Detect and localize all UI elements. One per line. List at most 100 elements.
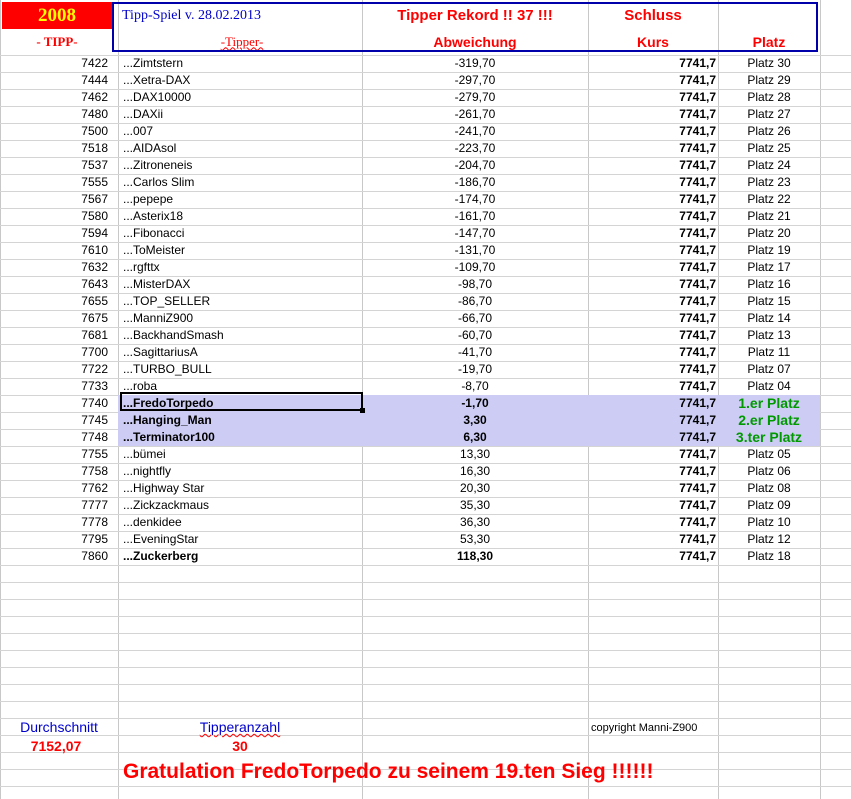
tipper-name-cell[interactable]: ...bümei (123, 446, 361, 463)
tipp-cell[interactable]: 7632 (0, 259, 108, 276)
platz-cell[interactable]: Platz 20 (718, 225, 820, 242)
kurs-cell[interactable]: 7741,7 (588, 106, 716, 123)
tipper-name-cell[interactable]: ...Zimtstern (123, 55, 361, 72)
tipper-name-cell[interactable]: ...Carlos Slim (123, 174, 361, 191)
kurs-cell[interactable]: 7741,7 (588, 208, 716, 225)
abweichung-cell[interactable]: -60,70 (362, 327, 588, 344)
tipper-name-cell[interactable]: ...SagittariusA (123, 344, 361, 361)
tipp-cell[interactable]: 7462 (0, 89, 108, 106)
tipper-name-cell[interactable]: ...EveningStar (123, 531, 361, 548)
tipper-name-cell[interactable]: ...Zitroneneis (123, 157, 361, 174)
kurs-cell[interactable]: 7741,7 (588, 293, 716, 310)
platz-cell[interactable]: Platz 29 (718, 72, 820, 89)
kurs-cell[interactable]: 7741,7 (588, 72, 716, 89)
platz-cell[interactable]: Platz 18 (718, 548, 820, 565)
kurs-cell[interactable]: 7741,7 (588, 429, 716, 446)
kurs-cell[interactable]: 7741,7 (588, 531, 716, 548)
platz-cell[interactable]: Platz 08 (718, 480, 820, 497)
kurs-cell[interactable]: 7741,7 (588, 395, 716, 412)
tipp-cell[interactable]: 7537 (0, 157, 108, 174)
abweichung-cell[interactable]: -161,70 (362, 208, 588, 225)
tipp-cell[interactable]: 7444 (0, 72, 108, 89)
abweichung-cell[interactable]: -319,70 (362, 55, 588, 72)
abweichung-cell[interactable]: -66,70 (362, 310, 588, 327)
tipp-cell[interactable]: 7777 (0, 497, 108, 514)
abweichung-cell[interactable]: -1,70 (362, 395, 588, 412)
tipp-cell[interactable]: 7422 (0, 55, 108, 72)
kurs-cell[interactable]: 7741,7 (588, 361, 716, 378)
kurs-cell[interactable]: 7741,7 (588, 259, 716, 276)
tipp-cell[interactable]: 7758 (0, 463, 108, 480)
platz-cell[interactable]: Platz 15 (718, 293, 820, 310)
platz-cell[interactable]: Platz 16 (718, 276, 820, 293)
kurs-cell[interactable]: 7741,7 (588, 310, 716, 327)
tipp-cell[interactable]: 7860 (0, 548, 108, 565)
tipp-cell[interactable]: 7755 (0, 446, 108, 463)
abweichung-cell[interactable]: -241,70 (362, 123, 588, 140)
tipper-count-value[interactable]: 30 (150, 738, 330, 754)
kurs-cell[interactable]: 7741,7 (588, 242, 716, 259)
tipp-cell[interactable]: 7722 (0, 361, 108, 378)
tipper-name-cell[interactable]: ...DAXii (123, 106, 361, 123)
abweichung-cell[interactable]: 35,30 (362, 497, 588, 514)
abweichung-cell[interactable]: 53,30 (362, 531, 588, 548)
tipper-name-cell[interactable]: ...Highway Star (123, 480, 361, 497)
platz-cell[interactable]: 3.ter Platz (718, 429, 820, 446)
kurs-cell[interactable]: 7741,7 (588, 514, 716, 531)
tipper-name-cell[interactable]: ...ToMeister (123, 242, 361, 259)
tipper-name-cell[interactable]: ...AIDAsol (123, 140, 361, 157)
kurs-cell[interactable]: 7741,7 (588, 123, 716, 140)
tipp-cell[interactable]: 7762 (0, 480, 108, 497)
tipper-name-cell[interactable]: ...pepepe (123, 191, 361, 208)
platz-cell[interactable]: Platz 17 (718, 259, 820, 276)
tipper-name-cell[interactable]: ...Fibonacci (123, 225, 361, 242)
kurs-cell[interactable]: 7741,7 (588, 446, 716, 463)
kurs-cell[interactable]: 7741,7 (588, 191, 716, 208)
kurs-cell[interactable]: 7741,7 (588, 157, 716, 174)
platz-cell[interactable]: Platz 25 (718, 140, 820, 157)
tipp-cell[interactable]: 7500 (0, 123, 108, 140)
tipper-name-cell[interactable]: ...rgfttx (123, 259, 361, 276)
tipper-name-cell[interactable]: ...Hanging_Man (123, 412, 361, 429)
kurs-cell[interactable]: 7741,7 (588, 463, 716, 480)
platz-cell[interactable]: Platz 09 (718, 497, 820, 514)
abweichung-cell[interactable]: -279,70 (362, 89, 588, 106)
average-value[interactable]: 7152,07 (4, 738, 108, 754)
platz-cell[interactable]: Platz 24 (718, 157, 820, 174)
platz-cell[interactable]: Platz 06 (718, 463, 820, 480)
tipp-cell[interactable]: 7643 (0, 276, 108, 293)
tipper-count-label[interactable]: Tipperanzahl (150, 719, 330, 735)
tipp-cell[interactable]: 7740 (0, 395, 108, 412)
kurs-cell[interactable]: 7741,7 (588, 140, 716, 157)
abweichung-cell[interactable]: -261,70 (362, 106, 588, 123)
abweichung-cell[interactable]: 6,30 (362, 429, 588, 446)
platz-cell[interactable]: Platz 04 (718, 378, 820, 395)
tipp-cell[interactable]: 7745 (0, 412, 108, 429)
tipper-name-cell[interactable]: ...DAX10000 (123, 89, 361, 106)
abweichung-cell[interactable]: 36,30 (362, 514, 588, 531)
tipp-cell[interactable]: 7681 (0, 327, 108, 344)
platz-cell[interactable]: Platz 19 (718, 242, 820, 259)
tipper-name-cell[interactable]: ...denkidee (123, 514, 361, 531)
kurs-cell[interactable]: 7741,7 (588, 89, 716, 106)
abweichung-cell[interactable]: -109,70 (362, 259, 588, 276)
year-cell[interactable]: 2008 (2, 2, 112, 29)
tipper-name-cell[interactable]: ...Zickzackmaus (123, 497, 361, 514)
abweichung-cell[interactable]: 118,30 (362, 548, 588, 565)
abweichung-cell[interactable]: 20,30 (362, 480, 588, 497)
tipper-name-cell[interactable]: ...MisterDAX (123, 276, 361, 293)
congratulations-banner[interactable]: Gratulation FredoTorpedo zu seinem 19.te… (123, 760, 653, 784)
tipper-name-cell[interactable]: ...TURBO_BULL (123, 361, 361, 378)
abweichung-cell[interactable]: 13,30 (362, 446, 588, 463)
platz-cell[interactable]: Platz 27 (718, 106, 820, 123)
abweichung-cell[interactable]: -174,70 (362, 191, 588, 208)
abweichung-cell[interactable]: -131,70 (362, 242, 588, 259)
kurs-cell[interactable]: 7741,7 (588, 412, 716, 429)
tipper-name-cell[interactable]: ...ManniZ900 (123, 310, 361, 327)
tipp-cell[interactable]: 7655 (0, 293, 108, 310)
tipp-cell[interactable]: 7733 (0, 378, 108, 395)
tipper-name-cell[interactable]: ...Xetra-DAX (123, 72, 361, 89)
tipp-column-header[interactable]: - TIPP- (2, 29, 112, 54)
platz-cell[interactable]: Platz 23 (718, 174, 820, 191)
abweichung-cell[interactable]: 16,30 (362, 463, 588, 480)
